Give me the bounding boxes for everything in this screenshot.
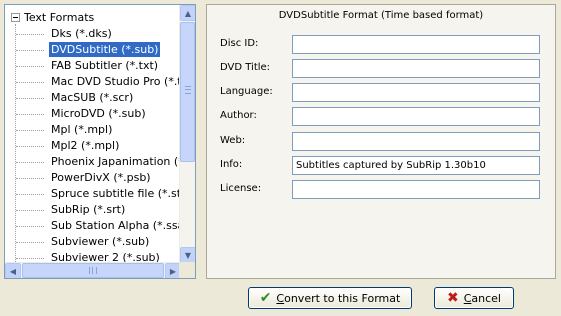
cancel-button[interactable]: ✖ Cancel: [434, 287, 514, 309]
format-properties-panel: DVDSubtitle Format (Time based format) D…: [206, 4, 556, 279]
tree-item[interactable]: DVDSubtitle (*.sub): [5, 42, 181, 58]
field-row-disc-id: Disc ID:: [207, 35, 555, 55]
checkmark-icon: ✔: [259, 290, 272, 306]
grip-icon: [185, 86, 191, 94]
tree-viewport: Text Formats Dks (*.dks) DVDSubtitle (*.s…: [5, 5, 181, 263]
horizontal-scroll-thumb[interactable]: [22, 263, 164, 278]
author-input[interactable]: [292, 107, 540, 126]
tree-item-label: Phoenix Japanimation (*.pjs): [51, 155, 181, 168]
field-label: Info:: [220, 159, 243, 170]
tree-item-label: FAB Subtitler (*.txt): [51, 59, 159, 72]
tree-item-label: Sub Station Alpha (*.ssa): [51, 219, 181, 232]
scroll-left-icon[interactable]: ◀: [5, 263, 21, 278]
tree-item-label: Subviewer (*.sub): [51, 235, 150, 248]
license-input[interactable]: [292, 180, 540, 199]
scroll-up-icon[interactable]: ▲: [180, 5, 195, 21]
collapse-icon[interactable]: [11, 12, 20, 22]
tree-item[interactable]: Subviewer (*.sub): [5, 234, 181, 250]
tree-item-label: Mpl2 (*.mpl): [51, 139, 120, 152]
convert-button-label: Convert to this Format: [276, 291, 401, 305]
format-tree[interactable]: Text Formats Dks (*.dks) DVDSubtitle (*.s…: [4, 4, 196, 279]
tree-item-label: PowerDivX (*.psb): [51, 171, 151, 184]
field-label: Language:: [220, 86, 273, 97]
tree-item[interactable]: PowerDivX (*.psb): [5, 170, 181, 186]
tree-item[interactable]: Dks (*.dks): [5, 26, 181, 42]
field-row-author: Author:: [207, 107, 555, 127]
tree-item-label: Mpl (*.mpl): [51, 123, 113, 136]
tree-item-label: DVDSubtitle (*.sub): [49, 42, 161, 57]
tree-item-label: Spruce subtitle file (*.stl): [51, 187, 181, 200]
tree-item[interactable]: Phoenix Japanimation (*.pjs): [5, 154, 181, 170]
field-label: DVD Title:: [220, 62, 271, 73]
field-label: Disc ID:: [220, 38, 259, 49]
scroll-down-icon[interactable]: ▼: [180, 247, 195, 263]
tree-item[interactable]: Sub Station Alpha (*.ssa): [5, 218, 181, 234]
tree-items: Dks (*.dks) DVDSubtitle (*.sub) FAB Subtit…: [5, 26, 181, 263]
tree-item-label: MacSUB (*.scr): [51, 91, 134, 104]
tree-item[interactable]: MacSUB (*.scr): [5, 90, 181, 106]
field-label: Web:: [220, 135, 246, 146]
tree-item-label: Dks (*.dks): [51, 27, 112, 40]
field-row-info: Info: Subtitles captured by SubRip 1.30b…: [207, 156, 555, 176]
field-row-license: License:: [207, 180, 555, 200]
disc-id-input[interactable]: [292, 35, 540, 54]
scrollbar-corner: [179, 262, 195, 278]
dvd-title-input[interactable]: [292, 59, 540, 78]
tree-item-label: MicroDVD (*.sub): [51, 107, 146, 120]
field-label: Author:: [220, 110, 257, 121]
field-label: License:: [220, 183, 262, 194]
tree-root-label: Text Formats: [24, 10, 95, 24]
field-row-language: Language:: [207, 83, 555, 103]
web-input[interactable]: [292, 132, 540, 151]
field-row-web: Web:: [207, 132, 555, 152]
tree-horizontal-scrollbar[interactable]: ◀ ▶: [5, 262, 181, 278]
info-input[interactable]: Subtitles captured by SubRip 1.30b10: [292, 156, 540, 175]
tree-vertical-scrollbar[interactable]: ▲ ▼: [179, 5, 195, 263]
tree-item[interactable]: SubRip (*.srt): [5, 202, 181, 218]
tree-item[interactable]: Spruce subtitle file (*.stl): [5, 186, 181, 202]
tree-item-label: Mac DVD Studio Pro (*.txt): [51, 75, 181, 88]
cancel-button-label: Cancel: [463, 291, 501, 305]
panel-title: DVDSubtitle Format (Time based format): [278, 10, 484, 21]
x-icon: ✖: [446, 290, 459, 306]
tree-item[interactable]: Mac DVD Studio Pro (*.txt): [5, 74, 181, 90]
grip-icon: [89, 267, 97, 274]
tree-item[interactable]: Mpl (*.mpl): [5, 122, 181, 138]
vertical-scroll-thumb[interactable]: [180, 22, 195, 162]
tree-item[interactable]: MicroDVD (*.sub): [5, 106, 181, 122]
tree-root-text-formats[interactable]: Text Formats: [11, 9, 94, 25]
tree-item[interactable]: FAB Subtitler (*.txt): [5, 58, 181, 74]
tree-item[interactable]: Mpl2 (*.mpl): [5, 138, 181, 154]
tree-item-label: SubRip (*.srt): [51, 203, 126, 216]
field-row-dvd-title: DVD Title:: [207, 59, 555, 79]
language-input[interactable]: [292, 83, 540, 102]
convert-to-format-button[interactable]: ✔ Convert to this Format: [248, 287, 412, 309]
